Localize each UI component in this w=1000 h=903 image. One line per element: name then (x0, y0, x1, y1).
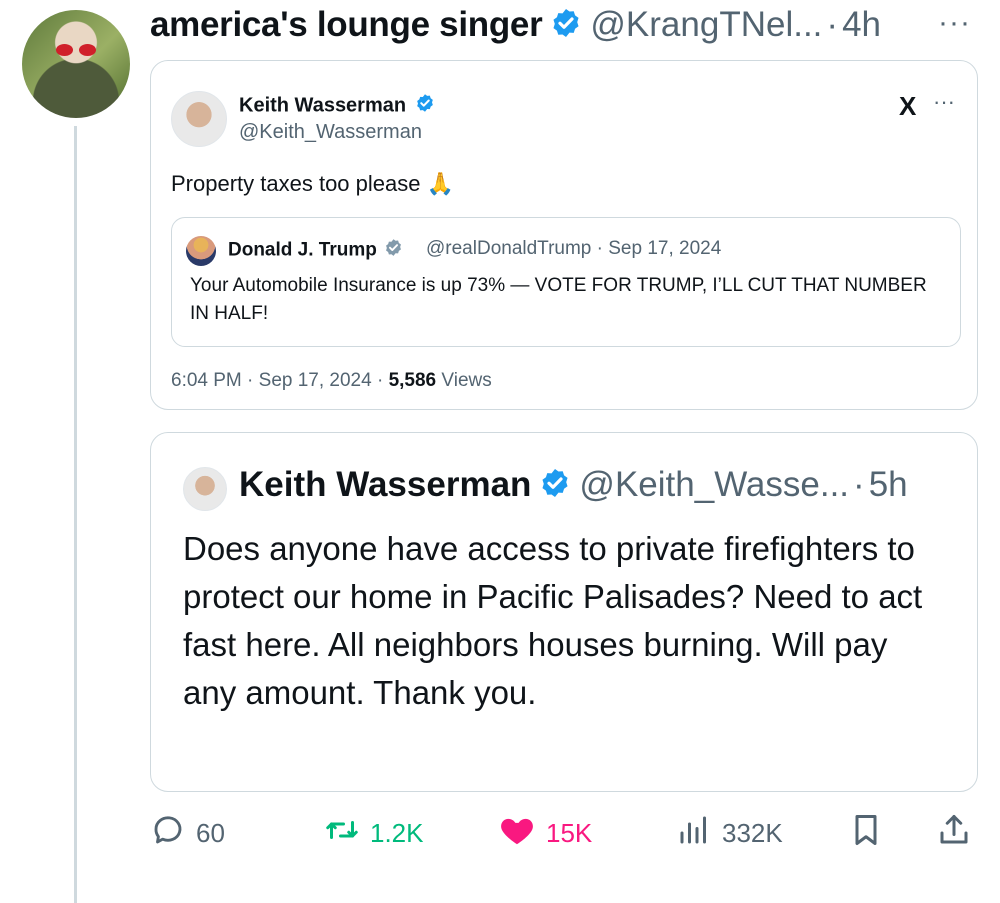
verified-badge-icon (384, 238, 403, 263)
separator-dot: · (826, 5, 839, 44)
reply-button[interactable]: 60 (150, 808, 225, 858)
like-count: 15K (546, 817, 593, 848)
retweet-button[interactable]: 1.2K (324, 808, 424, 858)
bookmark-button[interactable] (848, 808, 894, 858)
quoted-author-name[interactable]: Keith Wasserman (239, 465, 531, 505)
quoted-author-avatar[interactable] (183, 467, 227, 511)
reply-icon (150, 812, 196, 855)
like-button[interactable]: 15K (498, 808, 592, 858)
x-logo-text: X (899, 91, 917, 121)
avatar-glasses (56, 44, 96, 56)
tweet-time[interactable]: 4h (842, 5, 881, 45)
quoted-tweet-text: Does anyone have access to private firef… (183, 530, 923, 711)
quoted-author-handle[interactable]: @Keith_Wasse... (579, 465, 849, 505)
views-button[interactable]: 332K (676, 808, 783, 858)
views-icon (676, 812, 722, 855)
share-button[interactable] (936, 808, 982, 858)
retweet-count: 1.2K (370, 817, 424, 848)
quoted-tweet-timestamp[interactable]: 6:04 PM · Sep 17, 2024 · (171, 370, 389, 391)
quoted-tweet-views-count: 5,586 (388, 370, 437, 391)
quoted-tweet-card-2[interactable]: Keith Wasserman @Keith_Wasse... · 5h Doe… (150, 432, 978, 792)
quoted-tweet-header: Keith Wasserman @Keith_Wasse... · 5h (239, 465, 908, 505)
separator-dot: · (853, 465, 865, 504)
bookmark-icon (848, 812, 894, 855)
quoted-tweet-card[interactable]: Keith Wasserman @Keith_Wasserman X ··· P… (150, 60, 978, 410)
author-handle[interactable]: @KrangTNel... (590, 5, 822, 45)
nested-author-avatar[interactable] (186, 236, 216, 266)
nested-author-name-text: Donald J. Trump (228, 239, 377, 261)
retweet-icon (324, 812, 370, 855)
verified-badge-icon (539, 467, 571, 504)
quoted-tweet-time[interactable]: 5h (869, 465, 908, 505)
more-icon[interactable]: ··· (933, 89, 955, 115)
like-icon (498, 811, 546, 856)
verified-badge-icon (415, 93, 435, 119)
share-icon (936, 812, 982, 855)
thread-line (74, 126, 77, 903)
views-count: 332K (722, 817, 783, 848)
quoted-author-avatar[interactable] (171, 91, 227, 147)
author-avatar[interactable] (22, 10, 130, 118)
action-bar: 60 1.2K 15K 332K (150, 808, 980, 858)
tweet-header: america's lounge singer @KrangTNel... · … (150, 2, 881, 48)
nested-quoted-tweet[interactable]: Donald J. Trump @realDonaldTrump · Sep 1… (171, 217, 961, 347)
nested-author-name[interactable]: Donald J. Trump (228, 238, 403, 263)
author-name[interactable]: america's lounge singer (150, 5, 543, 45)
quoted-author-handle[interactable]: @Keith_Wasserman (239, 121, 422, 144)
reply-count: 60 (196, 817, 225, 848)
nested-author-meta: @realDonaldTrump · Sep 17, 2024 (426, 238, 722, 259)
quoted-author-name[interactable]: Keith Wasserman (239, 93, 435, 119)
quoted-tweet-text: Property taxes too please 🙏 (171, 171, 454, 196)
more-icon[interactable]: ··· (938, 6, 971, 40)
quoted-author-name-text: Keith Wasserman (239, 94, 407, 117)
quoted-tweet-footer: 6:04 PM · Sep 17, 2024 · 5,586 Views (171, 370, 492, 392)
x-logo-icon[interactable]: X (899, 91, 916, 122)
nested-tweet-text: Your Automobile Insurance is up 73% — VO… (190, 275, 927, 324)
quoted-tweet-views-label: Views (436, 370, 492, 391)
verified-badge-icon (550, 7, 582, 44)
